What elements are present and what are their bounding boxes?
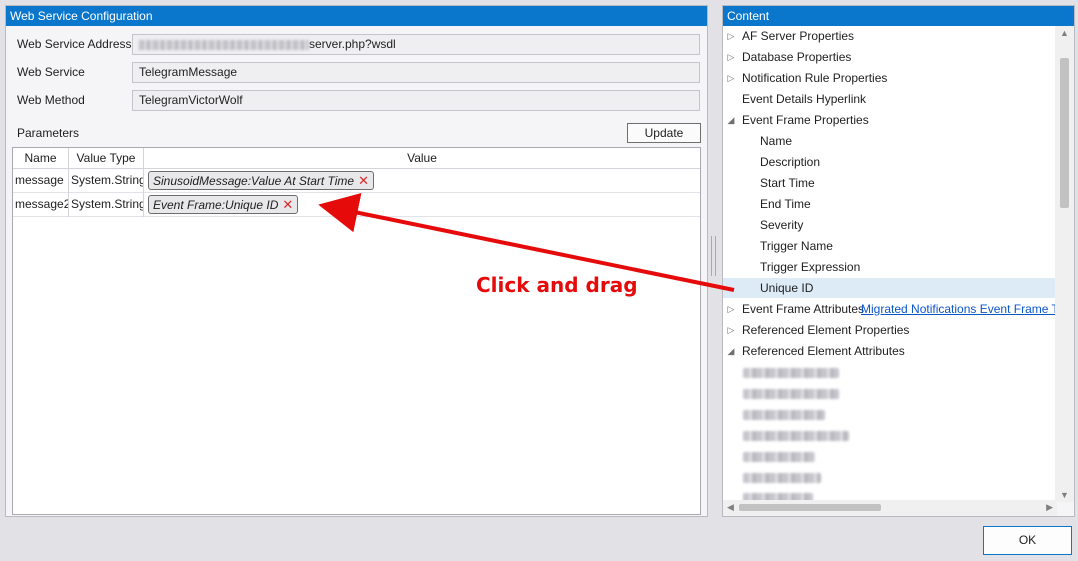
web-method-field[interactable]: TelegramVictorWolf — [132, 90, 700, 111]
tree-item-description[interactable]: Description — [723, 152, 1056, 172]
tree-item-label: Trigger Name — [760, 239, 833, 253]
table-header: Name Value Type Value — [13, 148, 700, 169]
web-service-label: Web Service — [17, 65, 85, 79]
redacted-attribute-item — [743, 368, 839, 378]
param-name-cell: message2 — [13, 193, 69, 217]
tree-item-label: Name — [760, 134, 793, 148]
tree-item-severity[interactable]: Severity — [723, 215, 1056, 235]
web-service-row: Web Service TelegramMessage — [6, 62, 707, 84]
tree-item-referenced-element-attributes[interactable]: ◢ Referenced Element Attributes — [723, 341, 1056, 361]
tree-item-unique-id[interactable]: Unique ID — [723, 278, 1056, 298]
column-header-name[interactable]: Name — [13, 148, 69, 168]
collapse-arrow-icon[interactable]: ◢ — [726, 110, 736, 130]
tree-item-label: Trigger Expression — [760, 260, 861, 274]
value-token-text: Event Frame:Unique ID — [153, 198, 279, 212]
web-service-field[interactable]: TelegramMessage — [132, 62, 700, 83]
tree-item-label: End Time — [760, 197, 811, 211]
tree-item-label: Event Details Hyperlink — [742, 92, 867, 106]
click-and-drag-annotation: Click and drag — [476, 273, 638, 297]
web-method-row: Web Method TelegramVictorWolf — [6, 90, 707, 112]
content-tree: ▷ AF Server Properties ▷ Database Proper… — [723, 26, 1056, 502]
expand-arrow-icon[interactable]: ▷ — [726, 26, 736, 46]
web-service-address-field[interactable]: server.php?wsdl — [132, 34, 700, 55]
tree-item-label: AF Server Properties — [742, 29, 855, 43]
tree-item-label: Start Time — [760, 176, 815, 190]
vertical-scrollbar[interactable]: ▲ ▼ — [1055, 26, 1074, 502]
panel-splitter-handle[interactable] — [711, 236, 716, 276]
redacted-attribute-item — [743, 473, 821, 483]
remove-token-icon[interactable]: ✕ — [358, 173, 369, 188]
param-name-cell: message — [13, 169, 69, 193]
tree-item-start-time[interactable]: Start Time — [723, 173, 1056, 193]
redacted-attribute-item — [743, 452, 815, 462]
tree-item-label: Database Properties — [742, 50, 852, 64]
web-method-label: Web Method — [17, 93, 85, 107]
content-panel: Content ▷ AF Server Properties ▷ Databas… — [722, 5, 1075, 517]
tree-item-label: Event Frame Properties — [742, 113, 869, 127]
remove-token-icon[interactable]: ✕ — [282, 197, 293, 212]
expand-arrow-icon[interactable]: ▷ — [726, 320, 736, 340]
scroll-right-icon[interactable]: ▶ — [1046, 502, 1053, 513]
panel-title: Content — [723, 6, 1074, 26]
web-service-address-label: Web Service Address — [17, 37, 132, 51]
tree-item-label: Event Frame Attributes — [742, 302, 865, 316]
tree-item-label: Description — [760, 155, 821, 169]
expand-arrow-icon[interactable]: ▷ — [726, 299, 736, 319]
tree-item-event-frame-attributes[interactable]: ▷ Event Frame Attributes Migrated Notifi… — [723, 299, 1056, 319]
address-suffix: server.php?wsdl — [309, 37, 396, 51]
horizontal-scrollbar[interactable]: ◀ ▶ — [723, 500, 1057, 516]
web-service-address-row: Web Service Address server.php?wsdl — [6, 34, 707, 56]
redacted-attribute-item — [743, 389, 839, 399]
value-token-text: SinusoidMessage:Value At Start Time — [153, 174, 355, 188]
tree-item-label: Unique ID — [760, 281, 814, 295]
value-token-chip[interactable]: Event Frame:Unique ID ✕ — [148, 195, 299, 214]
tree-item-event-details-hyperlink[interactable]: Event Details Hyperlink — [723, 89, 1056, 109]
column-header-value[interactable]: Value — [144, 148, 700, 168]
template-link[interactable]: Migrated Notifications Event Frame Te — [861, 299, 1056, 319]
param-value-cell[interactable]: SinusoidMessage:Value At Start Time ✕ — [144, 169, 700, 193]
expand-arrow-icon[interactable]: ▷ — [726, 68, 736, 88]
collapse-arrow-icon[interactable]: ◢ — [726, 341, 736, 361]
table-row[interactable]: message System.String SinusoidMessage:Va… — [13, 169, 700, 193]
redacted-attribute-item — [743, 431, 849, 441]
tree-item-referenced-element-properties[interactable]: ▷ Referenced Element Properties — [723, 320, 1056, 340]
redacted-attribute-item — [743, 410, 825, 420]
tree-item-label: Severity — [760, 218, 804, 232]
tree-item-name[interactable]: Name — [723, 131, 1056, 151]
column-header-value-type[interactable]: Value Type — [69, 148, 144, 168]
parameters-label: Parameters — [17, 126, 80, 140]
tree-item-af-server-properties[interactable]: ▷ AF Server Properties — [723, 26, 1056, 46]
tree-item-label: Referenced Element Attributes — [742, 344, 905, 358]
table-row[interactable]: message2 System.String Event Frame:Uniqu… — [13, 193, 700, 217]
tree-item-database-properties[interactable]: ▷ Database Properties — [723, 47, 1056, 67]
tree-item-label: Notification Rule Properties — [742, 71, 888, 85]
web-service-config-panel: Web Service Configuration Web Service Ad… — [5, 5, 708, 517]
tree-item-notification-rule-properties[interactable]: ▷ Notification Rule Properties — [723, 68, 1056, 88]
param-type-cell: System.String — [69, 193, 144, 217]
scroll-left-icon[interactable]: ◀ — [727, 502, 734, 513]
expand-arrow-icon[interactable]: ▷ — [726, 47, 736, 67]
parameters-table: Name Value Type Value message System.Str… — [12, 147, 701, 515]
param-value-cell[interactable]: Event Frame:Unique ID ✕ — [144, 193, 700, 217]
param-type-cell: System.String — [69, 169, 144, 193]
tree-item-label: Referenced Element Properties — [742, 323, 910, 337]
tree-item-event-frame-properties[interactable]: ◢ Event Frame Properties — [723, 110, 1056, 130]
tree-item-end-time[interactable]: End Time — [723, 194, 1056, 214]
vertical-scroll-thumb[interactable] — [1060, 58, 1069, 208]
redacted-address-text — [139, 39, 309, 50]
ok-button[interactable]: OK — [983, 526, 1072, 555]
tree-item-trigger-name[interactable]: Trigger Name — [723, 236, 1056, 256]
panel-title: Web Service Configuration — [6, 6, 707, 26]
value-token-chip[interactable]: SinusoidMessage:Value At Start Time ✕ — [148, 171, 375, 190]
horizontal-scroll-thumb[interactable] — [739, 504, 881, 511]
scroll-up-icon[interactable]: ▲ — [1060, 28, 1069, 38]
update-button[interactable]: Update — [627, 123, 701, 143]
scroll-down-icon[interactable]: ▼ — [1060, 490, 1069, 500]
tree-item-trigger-expression[interactable]: Trigger Expression — [723, 257, 1056, 277]
